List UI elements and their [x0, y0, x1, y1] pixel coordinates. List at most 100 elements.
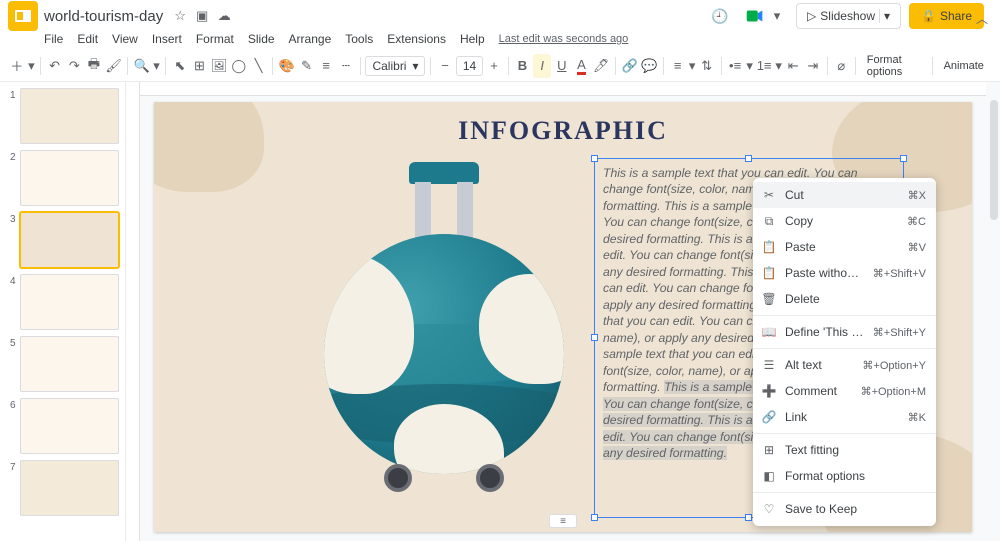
- slides-logo[interactable]: [8, 1, 38, 31]
- history-icon[interactable]: 🕘: [707, 3, 733, 29]
- highlight-color-button[interactable]: 🖊: [592, 54, 610, 78]
- chevron-down-icon[interactable]: ▾: [879, 9, 890, 23]
- menu-help[interactable]: Help: [460, 32, 485, 46]
- menu-format[interactable]: Format: [196, 32, 234, 46]
- insert-comment-button[interactable]: 💬: [640, 54, 658, 78]
- menu-view[interactable]: View: [112, 32, 138, 46]
- context-menu-item[interactable]: 📋Paste⌘V: [753, 234, 936, 260]
- align-dropdown[interactable]: ▾: [688, 54, 695, 78]
- underline-button[interactable]: U: [553, 54, 571, 78]
- context-menu-item[interactable]: ➕Comment⌘+Option+M: [753, 378, 936, 404]
- font-size-decrease[interactable]: −: [436, 54, 454, 78]
- star-icon[interactable]: ☆: [172, 8, 188, 24]
- align-button[interactable]: ≡: [669, 54, 687, 78]
- context-menu-shortcut: ⌘+Option+M: [861, 385, 926, 398]
- thumb-number: 7: [6, 462, 16, 473]
- context-menu-label: Format options: [785, 469, 918, 483]
- undo-button[interactable]: ↶: [46, 54, 64, 78]
- document-title[interactable]: world-tourism-day: [44, 8, 163, 25]
- resize-handle[interactable]: [591, 514, 598, 521]
- context-menu-item[interactable]: ☰Alt text⌘+Option+Y: [753, 352, 936, 378]
- slide-thumbnail-7[interactable]: [20, 460, 119, 516]
- border-dash-button[interactable]: ┄: [337, 54, 355, 78]
- menu-extensions[interactable]: Extensions: [387, 32, 446, 46]
- indent-decrease-button[interactable]: ⇤: [784, 54, 802, 78]
- context-menu-item[interactable]: ♡Save to Keep: [753, 496, 936, 522]
- paint-format-button[interactable]: 🖌: [105, 54, 123, 78]
- context-menu-item[interactable]: 📋Paste without formatting⌘+Shift+V: [753, 260, 936, 286]
- speaker-notes-toggle[interactable]: ≡: [549, 514, 577, 528]
- globe-suitcase-image[interactable]: [314, 162, 574, 492]
- menu-file[interactable]: File: [44, 32, 63, 46]
- numbered-list-button[interactable]: 1≡: [755, 54, 773, 78]
- line-spacing-button[interactable]: ⇅: [698, 54, 716, 78]
- resize-handle[interactable]: [591, 155, 598, 162]
- resize-handle[interactable]: [745, 514, 752, 521]
- thumb-number: 3: [6, 214, 16, 225]
- meet-icon[interactable]: [741, 2, 769, 30]
- bullet-list-button[interactable]: •≡: [726, 54, 744, 78]
- menu-arrange[interactable]: Arrange: [289, 32, 332, 46]
- animate-button[interactable]: Animate: [938, 60, 990, 72]
- fill-color-button[interactable]: 🎨: [278, 54, 296, 78]
- select-tool[interactable]: ⬉: [171, 54, 189, 78]
- italic-button[interactable]: I: [533, 54, 551, 78]
- slide-thumbnail-3[interactable]: [20, 212, 119, 268]
- zoom-button[interactable]: 🔍: [133, 54, 151, 78]
- bold-button[interactable]: B: [514, 54, 532, 78]
- slide-thumbnail-6[interactable]: [20, 398, 119, 454]
- slide-thumbnail-1[interactable]: [20, 88, 119, 144]
- slide-title[interactable]: INFOGRAPHIC: [154, 116, 972, 146]
- slide-thumbnail-4[interactable]: [20, 274, 119, 330]
- menu-insert[interactable]: Insert: [152, 32, 182, 46]
- new-slide-dropdown[interactable]: ▾: [28, 54, 35, 78]
- context-menu-label: Cut: [785, 188, 900, 202]
- collapse-toolbar-button[interactable]: ︿: [970, 6, 994, 30]
- clear-formatting-button[interactable]: ⌀: [832, 54, 850, 78]
- context-menu-item[interactable]: ◧Format options: [753, 463, 936, 489]
- redo-button[interactable]: ↷: [65, 54, 83, 78]
- context-menu-label: Delete: [785, 292, 918, 306]
- resize-handle[interactable]: [745, 155, 752, 162]
- context-menu-item[interactable]: 📖Define 'This is a sample te...'⌘+Shift+…: [753, 319, 936, 345]
- border-weight-button[interactable]: ≡: [317, 54, 335, 78]
- border-color-button[interactable]: ✎: [298, 54, 316, 78]
- slideshow-button[interactable]: ▷ Slideshow ▾: [796, 3, 901, 29]
- resize-handle[interactable]: [591, 334, 598, 341]
- bullet-dropdown[interactable]: ▾: [746, 54, 753, 78]
- scrollbar-vertical[interactable]: [988, 82, 1000, 541]
- slide-thumbnail-2[interactable]: [20, 150, 119, 206]
- context-menu-item[interactable]: 🗑Delete: [753, 286, 936, 312]
- new-slide-button[interactable]: ＋: [8, 54, 26, 78]
- context-menu-item[interactable]: ✂Cut⌘X: [753, 182, 936, 208]
- print-button[interactable]: 🖶: [85, 54, 103, 78]
- context-menu-item[interactable]: 🔗Link⌘K: [753, 404, 936, 430]
- insert-link-button[interactable]: 🔗: [621, 54, 639, 78]
- move-icon[interactable]: ▣: [194, 8, 210, 24]
- menu-tools[interactable]: Tools: [345, 32, 373, 46]
- slideshow-label: Slideshow: [820, 9, 875, 23]
- context-menu-label: Save to Keep: [785, 502, 918, 516]
- menu-edit[interactable]: Edit: [77, 32, 98, 46]
- meet-dropdown-icon[interactable]: ▾: [769, 8, 785, 24]
- resize-handle[interactable]: [900, 155, 907, 162]
- image-tool[interactable]: 🖼: [210, 54, 228, 78]
- numbered-dropdown[interactable]: ▾: [775, 54, 782, 78]
- text-color-button[interactable]: A: [573, 54, 591, 78]
- scrollbar-thumb[interactable]: [990, 100, 998, 220]
- format-options-button[interactable]: Format options: [861, 54, 927, 78]
- font-size-increase[interactable]: +: [485, 54, 503, 78]
- last-edit-link[interactable]: Last edit was seconds ago: [499, 33, 629, 45]
- slide-thumbnail-5[interactable]: [20, 336, 119, 392]
- context-menu-item[interactable]: ⧉Copy⌘C: [753, 208, 936, 234]
- cloud-status-icon[interactable]: ☁: [216, 8, 232, 24]
- line-tool[interactable]: ╲: [250, 54, 268, 78]
- menu-slide[interactable]: Slide: [248, 32, 275, 46]
- indent-increase-button[interactable]: ⇥: [804, 54, 822, 78]
- textbox-tool[interactable]: ⊞: [191, 54, 209, 78]
- font-size-input[interactable]: 14: [456, 56, 483, 76]
- shape-tool[interactable]: ◯: [230, 54, 248, 78]
- zoom-dropdown[interactable]: ▾: [153, 54, 160, 78]
- font-family-select[interactable]: Calibri▾: [365, 56, 425, 76]
- context-menu-item[interactable]: ⊞Text fitting: [753, 437, 936, 463]
